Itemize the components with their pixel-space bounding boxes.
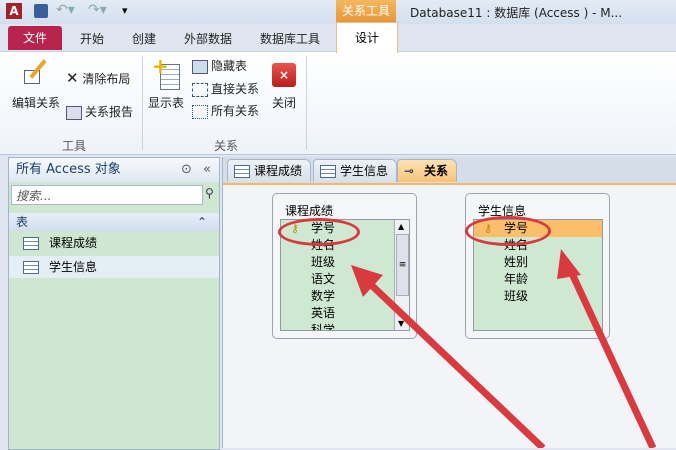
direct-relationships-icon bbox=[192, 82, 208, 97]
all-relationships-label: 所有关系 bbox=[211, 104, 260, 118]
nav-pane-title: 所有 Access 对象 bbox=[16, 162, 121, 177]
show-table-button[interactable]: 显示表 bbox=[148, 94, 184, 111]
collapse-section-icon[interactable]: ⌃ bbox=[197, 213, 207, 231]
tab-design[interactable]: 设计 bbox=[336, 22, 398, 53]
relationship-report-label: 关系报告 bbox=[85, 105, 134, 119]
navigation-pane: 所有 Access 对象 ⊙ « 搜索... ⚲ 表 ⌃ 课程成绩 学生信息 bbox=[8, 157, 220, 450]
table-icon bbox=[23, 237, 39, 250]
annotation-arrows bbox=[351, 249, 657, 448]
clear-layout-button[interactable]: ✕ 清除布局 bbox=[66, 69, 130, 87]
relationships-document[interactable]: 课程成绩 学生信息 ⊸ 关系 课程成绩 ⚷ 学号 姓名 班级 语文 数学 英语 科学… bbox=[222, 157, 676, 448]
nav-item-table[interactable]: 学生信息 bbox=[9, 256, 219, 278]
search-icon[interactable]: ⚲ bbox=[205, 186, 214, 200]
annotation-arrow-left bbox=[351, 265, 546, 448]
edit-relationships-icon[interactable] bbox=[20, 58, 52, 90]
nav-dropdown-icon[interactable]: ⊙ bbox=[181, 158, 192, 182]
group-tools-label: 工具 bbox=[62, 139, 87, 153]
table-icon bbox=[23, 261, 39, 274]
all-relationships-icon bbox=[192, 104, 208, 119]
nav-section-tables[interactable]: 表 ⌃ bbox=[9, 213, 219, 231]
annotation-arrow-right bbox=[557, 249, 657, 448]
close-button[interactable]: 关闭 bbox=[272, 94, 296, 111]
relationship-report-button[interactable]: 关系报告 bbox=[66, 103, 133, 120]
clear-layout-label: 清除布局 bbox=[82, 72, 131, 86]
hide-table-button[interactable]: 隐藏表 bbox=[192, 57, 247, 74]
edit-relationships-button[interactable]: 编辑关系 bbox=[12, 94, 60, 111]
section-label: 表 bbox=[16, 215, 29, 229]
nav-item-label: 学生信息 bbox=[49, 260, 98, 274]
tab-file[interactable]: 文件 bbox=[8, 26, 62, 50]
all-relationships-button[interactable]: 所有关系 bbox=[192, 102, 259, 119]
context-tab-label: 关系工具 bbox=[336, 0, 396, 22]
nav-item-table[interactable]: 课程成绩 bbox=[9, 232, 219, 254]
window-title: Database11 : 数据库 (Access ) - M... bbox=[410, 6, 623, 20]
nav-item-label: 课程成绩 bbox=[49, 236, 98, 250]
report-icon bbox=[66, 105, 82, 120]
group-relationships-label: 关系 bbox=[214, 139, 239, 153]
direct-relationships-label: 直接关系 bbox=[211, 82, 260, 96]
tab-external-data[interactable]: 外部数据 bbox=[184, 28, 232, 50]
direct-relationships-button[interactable]: 直接关系 bbox=[192, 80, 259, 97]
save-icon[interactable] bbox=[34, 4, 48, 18]
tab-database-tools[interactable]: 数据库工具 bbox=[260, 28, 320, 50]
collapse-pane-icon[interactable]: « bbox=[203, 158, 211, 182]
tab-home[interactable]: 开始 bbox=[80, 28, 104, 50]
show-table-icon[interactable]: + bbox=[152, 56, 180, 90]
hide-table-label: 隐藏表 bbox=[211, 59, 248, 73]
undo-icon[interactable]: ↶▾ bbox=[56, 2, 75, 18]
access-logo-icon: A bbox=[6, 3, 22, 19]
tab-create[interactable]: 创建 bbox=[132, 28, 156, 50]
close-icon[interactable]: × bbox=[272, 63, 296, 87]
hide-table-icon bbox=[192, 59, 208, 74]
redo-icon[interactable]: ↷▾ bbox=[88, 2, 107, 18]
nav-pane-header[interactable]: 所有 Access 对象 ⊙ « bbox=[9, 158, 219, 182]
customize-qat-icon[interactable]: ▾ bbox=[122, 4, 128, 17]
search-input[interactable]: 搜索... bbox=[11, 185, 203, 205]
